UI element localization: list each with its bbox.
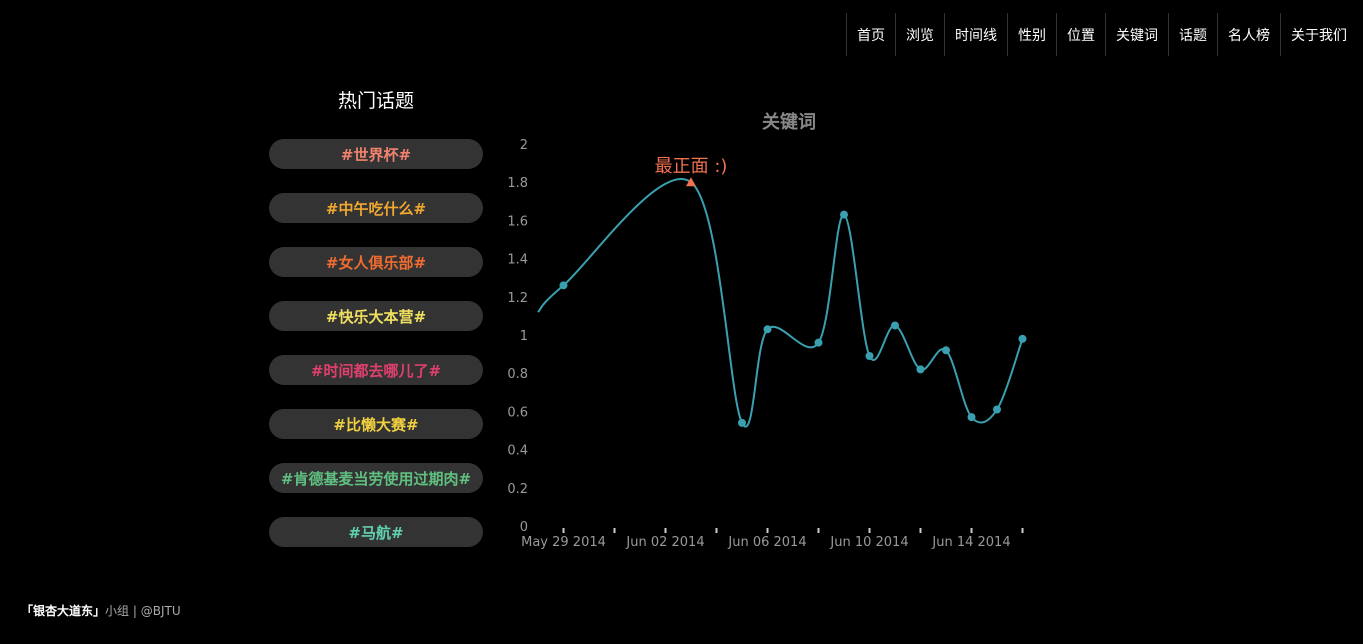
y-tick-label: 1.2 <box>507 291 528 306</box>
annotation-marker-icon <box>686 177 696 187</box>
hot-topics-title: 热门话题 <box>337 90 414 112</box>
footer-brand: 「银杏大道东」 <box>21 604 106 618</box>
data-point <box>814 338 823 347</box>
data-point <box>967 413 976 422</box>
data-point <box>840 210 848 219</box>
nav-item-7[interactable]: 名人榜 <box>1217 13 1280 56</box>
nav-item-8[interactable]: 关于我们 <box>1280 13 1357 56</box>
topic-pill[interactable]: #世界杯# <box>269 139 483 169</box>
y-tick-label: 1.8 <box>507 176 528 191</box>
annotation-label: 最正面 :) <box>655 156 728 177</box>
series-line <box>537 178 1024 428</box>
y-tick-label: 1 <box>520 329 528 344</box>
data-point <box>916 365 925 374</box>
topic-pill[interactable]: #肯德基麦当劳使用过期肉# <box>269 463 483 493</box>
footer-separator: | <box>132 604 137 618</box>
y-tick-label: 0.8 <box>507 367 528 382</box>
data-point <box>942 346 950 355</box>
data-point <box>993 405 1001 414</box>
data-point <box>891 321 899 330</box>
topic-pill[interactable]: #女人俱乐部# <box>269 247 483 277</box>
data-point <box>738 418 746 427</box>
y-tick-label: 1.6 <box>507 214 528 229</box>
nav-item-3[interactable]: 性别 <box>1007 13 1056 56</box>
page: 首页 浏览 时间线 性别 位置 关键词 话题 名人榜 关于我们 热门话题 #世界杯# #中午吃什么… <box>0 0 1363 644</box>
top-nav: 首页 浏览 时间线 性别 位置 关键词 话题 名人榜 关于我们 <box>846 13 1357 56</box>
nav-item-2[interactable]: 时间线 <box>944 13 1007 56</box>
x-tick-label: Jun 06 2014 <box>727 535 806 550</box>
y-tick-label: 2 <box>520 138 528 153</box>
data-point <box>559 281 568 290</box>
nav-item-6[interactable]: 话题 <box>1168 13 1217 56</box>
topic-pill[interactable]: #中午吃什么# <box>269 193 483 223</box>
keyword-sentiment-chart: 0 0.2 0.4 0.6 0.8 1 1.2 1.4 1.6 1.8 2 May 29 2014 Ju… <box>507 138 1027 550</box>
y-tick-label: 0.2 <box>507 482 528 497</box>
topic-pill[interactable]: #比懒大赛# <box>269 409 483 439</box>
data-point <box>865 352 874 361</box>
x-tick-label: Jun 10 2014 <box>829 535 908 550</box>
hot-topics-list: #世界杯# #中午吃什么# #女人俱乐部# #快乐大本营# #时间都去哪儿了# #比懒大赛… <box>269 139 483 571</box>
footer-group: 小组 <box>105 604 130 618</box>
topic-pill[interactable]: #快乐大本营# <box>269 301 483 331</box>
y-tick-label: 0.4 <box>507 444 528 459</box>
footer: 「银杏大道东」小组 | @BJTU <box>21 602 181 619</box>
y-tick-label: 0 <box>520 520 528 535</box>
footer-org: @BJTU <box>140 604 181 618</box>
x-tick-label: May 29 2014 <box>521 535 606 550</box>
data-point <box>763 325 772 334</box>
nav-item-5[interactable]: 关键词 <box>1105 13 1168 56</box>
y-tick-label: 1.4 <box>507 253 528 268</box>
x-tick-label: Jun 02 2014 <box>625 535 704 550</box>
nav-item-4[interactable]: 位置 <box>1056 13 1105 56</box>
y-tick-label: 0.6 <box>507 405 528 420</box>
nav-item-1[interactable]: 浏览 <box>895 13 944 56</box>
topic-pill[interactable]: #时间都去哪儿了# <box>269 355 483 385</box>
data-point <box>1018 334 1027 343</box>
x-tick-label: Jun 14 2014 <box>931 535 1010 550</box>
topic-pill[interactable]: #马航# <box>269 517 483 547</box>
nav-item-0[interactable]: 首页 <box>846 13 895 56</box>
